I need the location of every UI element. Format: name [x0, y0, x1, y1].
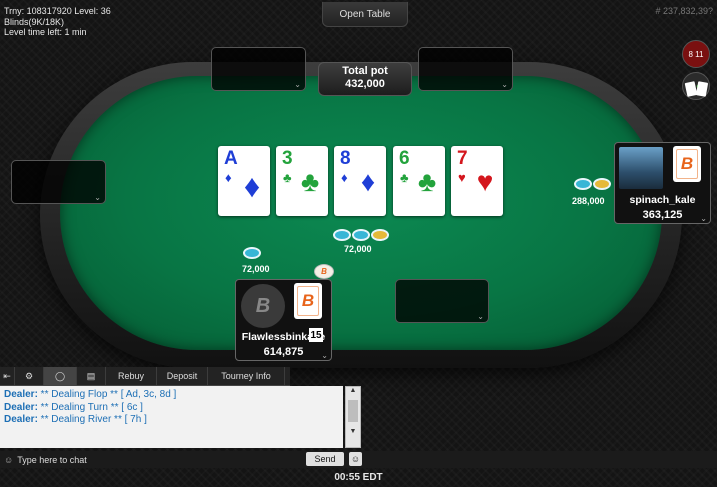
- chat-sender: Dealer:: [4, 414, 38, 425]
- hand-id: # 237,832,39?: [655, 6, 713, 16]
- villain-name: spinach_kale: [629, 194, 696, 206]
- center-bet-amount: 72,000: [344, 244, 372, 254]
- card-suit-big: ♣: [417, 166, 437, 197]
- card-suit-big: ♥: [476, 166, 494, 197]
- chat-placeholder: Type here to chat: [17, 454, 87, 465]
- chip-icon: [333, 229, 351, 241]
- chat-log: Dealer: ** Dealing Flop ** [ Ad, 3c, 8d …: [0, 386, 343, 448]
- hero-stack: 614,875: [263, 346, 304, 358]
- hero-chip-icon: [243, 247, 261, 259]
- bottom-tab-bar: ⇤ ⚙ ◯ ▤ Rebuy Deposit Tourney Info: [0, 367, 290, 386]
- card-rank: A: [224, 148, 238, 169]
- card-suit-small: ♣: [283, 170, 292, 185]
- notes-icon[interactable]: ▤: [77, 367, 106, 385]
- villain-bet-amount: 288,000: [572, 196, 605, 206]
- villain-seat[interactable]: B spinach_kale 363,125 ⌄: [614, 142, 711, 224]
- card-rank: 6: [399, 148, 410, 169]
- empty-seat-bottom[interactable]: ⌄: [395, 279, 489, 323]
- chat-line: Dealer: ** Dealing Turn ** [ 6c ]: [4, 402, 339, 415]
- chat-bubble-icon[interactable]: ◯: [44, 367, 77, 385]
- total-pot: Total pot 432,000: [318, 62, 412, 96]
- chat-input[interactable]: ☺ Type here to chat: [4, 453, 294, 466]
- timebank-counter: 15: [309, 328, 323, 342]
- emoji-icon[interactable]: ☺: [349, 452, 362, 466]
- board-card-4: 6 ♣ ♣: [393, 146, 445, 216]
- empty-seat-top-right[interactable]: ⌄: [418, 47, 513, 91]
- chat-scrollbar[interactable]: ▲ ▼: [345, 386, 361, 448]
- scroll-up-icon[interactable]: ▲: [346, 387, 360, 394]
- cards-icon[interactable]: [682, 75, 710, 103]
- settings-gear-icon[interactable]: ⚙: [15, 367, 44, 385]
- villain-brand-card: B: [673, 146, 701, 182]
- empty-seat-top-left[interactable]: ⌄: [211, 47, 306, 91]
- collapse-icon[interactable]: ⇤: [0, 367, 15, 385]
- chat-input-row: ☺ Type here to chat Send ☺: [0, 451, 717, 468]
- card-suit-small: ♣: [400, 170, 409, 185]
- empty-seat-left[interactable]: ⌄: [11, 160, 106, 204]
- chevron-down-icon[interactable]: ⌄: [321, 351, 328, 360]
- board-card-5: 7 ♥ ♥: [451, 146, 503, 216]
- card-rank: 8: [340, 148, 351, 169]
- pot-amount: 432,000: [345, 78, 385, 90]
- card-suit-big: ♦: [243, 168, 261, 204]
- blinds-text: Blinds(9K/18K): [4, 16, 65, 27]
- chat-line: Dealer: ** Dealing Flop ** [ Ad, 3c, 8d …: [4, 389, 339, 402]
- open-table-button[interactable]: Open Table: [322, 2, 408, 27]
- card-rank: 7: [457, 148, 468, 169]
- smiley-icon: ☺: [4, 454, 14, 465]
- villain-avatar: [619, 147, 663, 189]
- tourney-id-level: Trny: 108317920 Level: 36: [4, 6, 111, 16]
- chat-text: ** Dealing Turn ** [ 6c ]: [37, 401, 143, 413]
- card-suit-small: ♦: [341, 170, 348, 185]
- tourney-info: Trny: 108317920 Level: 36 Blinds(9K/18K)…: [4, 6, 111, 38]
- scroll-down-icon[interactable]: ▼: [346, 428, 360, 435]
- tab-rebuy[interactable]: Rebuy: [106, 367, 157, 385]
- tab-deposit[interactable]: Deposit: [157, 367, 208, 385]
- chip-icon: [371, 229, 389, 241]
- hero-avatar: B: [241, 284, 285, 328]
- villain-stack: 363,125: [642, 209, 683, 221]
- dealer-button: B: [314, 264, 334, 279]
- chat-sender: Dealer:: [4, 389, 38, 400]
- villain-chip-stack: [574, 178, 611, 190]
- card-suit-big: ♦: [360, 166, 376, 197]
- card-suit-small: ♥: [458, 170, 466, 185]
- hero-bet-amount: 72,000: [242, 264, 270, 274]
- chat-sender: Dealer:: [4, 401, 38, 413]
- chip-icon: [593, 178, 611, 190]
- card-rank: 3: [282, 148, 293, 169]
- clock: 00:55 EDT: [334, 472, 383, 483]
- hero-brand-card: B: [294, 283, 322, 319]
- level-time: Level time left: 1 min: [4, 27, 87, 37]
- ranking-badge: 8 11: [688, 49, 704, 59]
- ranking-icon[interactable]: 8 11: [682, 40, 710, 68]
- chat-text: ** Dealing Flop ** [ Ad, 3c, 8d ]: [37, 389, 177, 400]
- chip-icon: [352, 229, 370, 241]
- card-suit-big: ♣: [300, 166, 320, 197]
- chat-text: ** Dealing River ** [ 7h ]: [37, 414, 147, 425]
- center-chip-stack: [333, 229, 389, 241]
- chevron-down-icon[interactable]: ⌄: [700, 214, 707, 223]
- scroll-thumb[interactable]: [348, 400, 358, 422]
- tab-tourney-info[interactable]: Tourney Info: [208, 367, 285, 385]
- board-card-1: A ♦ ♦: [218, 146, 270, 216]
- board-card-3: 8 ♦ ♦: [334, 146, 386, 216]
- send-button[interactable]: Send: [306, 452, 344, 466]
- board-card-2: 3 ♣ ♣: [276, 146, 328, 216]
- pot-label: Total pot: [342, 65, 388, 77]
- chip-icon: [574, 178, 592, 190]
- chat-line: Dealer: ** Dealing River ** [ 7h ]: [4, 414, 339, 427]
- hero-seat[interactable]: B B Flawlessbinkage 614,875 15 ⌄: [235, 279, 332, 361]
- card-suit-small: ♦: [225, 170, 232, 185]
